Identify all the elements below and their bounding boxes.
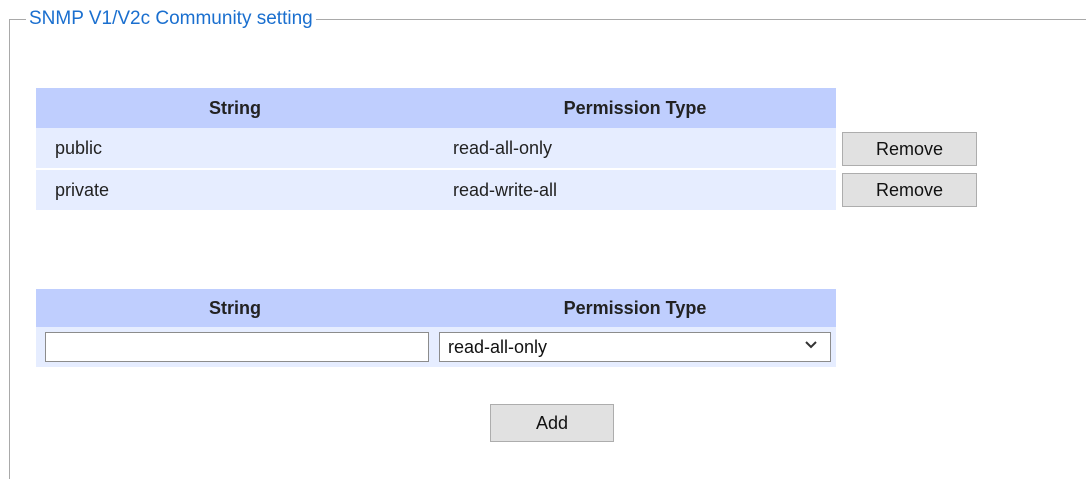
add-header-permission-type: Permission Type — [434, 289, 836, 327]
remove-button[interactable]: Remove — [842, 131, 977, 166]
community-string: public — [55, 137, 103, 158]
row-permission-cell: read-all-only — [434, 128, 836, 170]
add-input-row: read-all-only — [36, 327, 836, 367]
community-string-input[interactable] — [45, 332, 429, 362]
row-action-cell: Remove — [836, 169, 992, 211]
row-permission-cell: read-write-all — [434, 169, 836, 212]
section-legend: SNMP V1/V2c Community setting — [26, 6, 316, 32]
remove-button[interactable]: Remove — [842, 173, 977, 207]
add-header-string: String — [36, 289, 434, 327]
chevron-down-icon — [805, 341, 817, 349]
add-header-row: String Permission Type — [36, 289, 836, 327]
community-table: String Permission Type public read-all-o… — [36, 88, 992, 212]
table-row: public read-all-only Remove — [36, 128, 992, 170]
permission-type-select[interactable]: read-all-only — [439, 332, 831, 362]
table-row: private read-write-all Remove — [36, 169, 992, 212]
header-permission-type: Permission Type — [434, 88, 836, 128]
row-action-cell: Remove — [836, 128, 992, 169]
permission-selected-value: read-all-only — [448, 337, 548, 357]
add-string-cell — [36, 327, 434, 367]
community-string: private — [55, 179, 110, 200]
header-string: String — [36, 88, 434, 128]
add-permission-cell: read-all-only — [434, 327, 836, 367]
header-action-spacer — [836, 88, 992, 128]
row-string-cell: public — [36, 128, 434, 170]
table-header-row: String Permission Type — [36, 88, 992, 128]
add-community-table: String Permission Type read-all-only — [36, 289, 836, 367]
row-string-cell: private — [36, 169, 434, 212]
add-button[interactable]: Add — [490, 404, 614, 442]
community-permission: read-write-all — [453, 179, 558, 200]
community-permission: read-all-only — [453, 137, 553, 158]
